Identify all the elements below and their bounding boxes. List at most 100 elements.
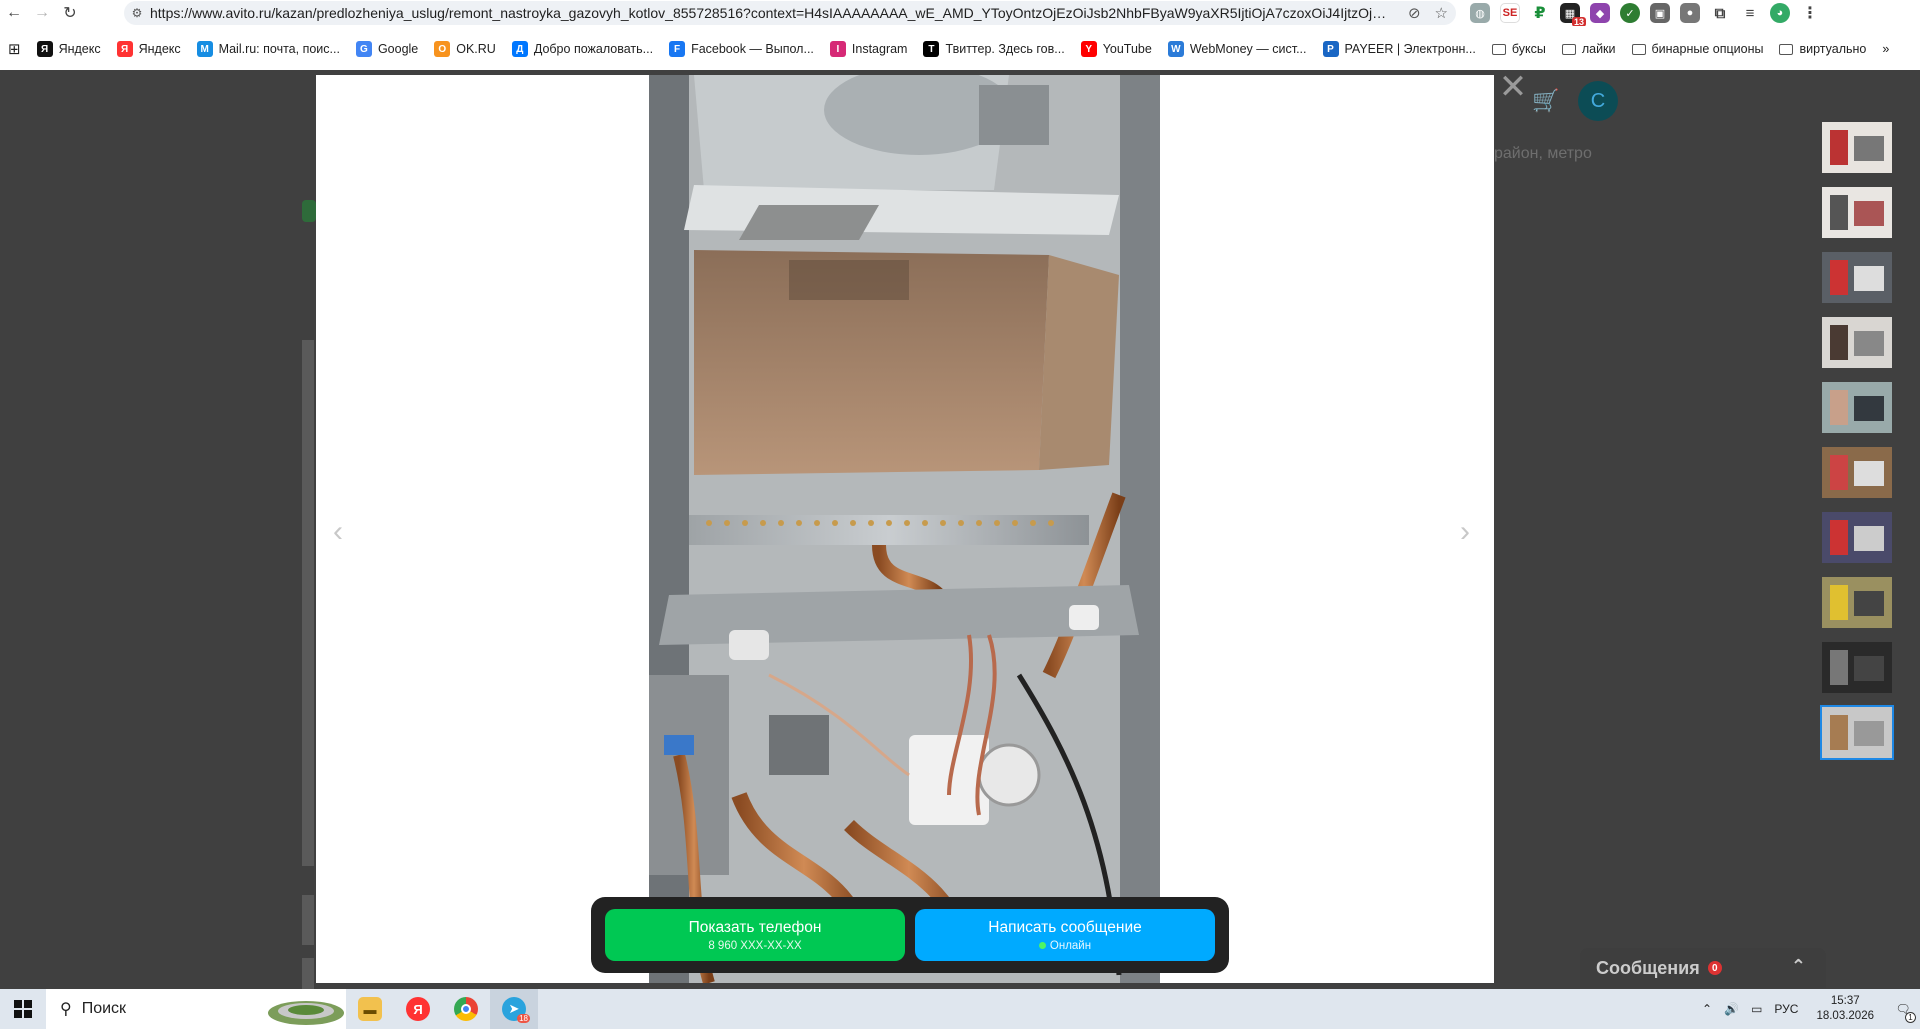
messages-count-badge: 0 <box>1707 961 1722 975</box>
extensions-puzzle-icon[interactable]: ⧉ <box>1710 3 1730 23</box>
show-phone-button[interactable]: Показать телефон 8 960 XXX-XX-XX <box>605 909 905 961</box>
volume-icon[interactable]: 🔊 <box>1718 1002 1745 1016</box>
folder-icon: ▬ <box>358 997 382 1021</box>
chrome-icon <box>454 997 478 1021</box>
next-photo-button[interactable]: › <box>1460 515 1470 549</box>
photo-thumbnail[interactable] <box>1820 510 1894 565</box>
bookmark-item[interactable]: G Google <box>348 37 426 61</box>
reload-button[interactable]: ↻ <box>56 1 84 25</box>
thumbnail-strip <box>1820 120 1896 770</box>
main-photo[interactable] <box>649 75 1160 983</box>
vk-icon: Д <box>511 41 528 57</box>
globe-extension-icon[interactable]: ◍ <box>1470 3 1490 23</box>
show-hidden-icons-icon[interactable]: ⌃ <box>1696 1002 1718 1016</box>
site-info-icon[interactable]: ⚙ <box>124 6 150 20</box>
green-extension-icon[interactable]: ✓ <box>1620 3 1640 23</box>
page-location-hint: район, метро <box>1494 145 1592 162</box>
language-indicator[interactable]: РУС <box>1768 1002 1804 1016</box>
bookmark-item[interactable]: Y YouTube <box>1073 37 1160 61</box>
taskbar-chrome[interactable] <box>442 989 490 1029</box>
folder-icon <box>1561 43 1576 55</box>
messages-widget[interactable]: Сообщения 0 ⌃ <box>1580 948 1826 988</box>
back-button[interactable]: ← <box>0 1 28 25</box>
notification-center-button[interactable]: 🗨 1 <box>1886 989 1920 1029</box>
folder-icon <box>1779 43 1794 55</box>
bookmark-item[interactable]: Я Яндекс <box>109 37 189 61</box>
forward-button[interactable]: → <box>28 1 56 25</box>
photo-thumbnail[interactable] <box>1820 380 1894 435</box>
bookmark-folder[interactable]: бинарные опционы <box>1624 37 1772 61</box>
show-phone-label: Показать телефон <box>688 918 822 936</box>
bookmark-item[interactable]: P PAYEER | Электронн... <box>1315 37 1484 61</box>
reading-list-icon[interactable]: ≡ <box>1740 3 1760 23</box>
online-dot-icon <box>1038 941 1046 949</box>
thumbnail-image <box>1822 252 1892 303</box>
instagram-icon: I <box>829 41 846 57</box>
network-icon[interactable]: ▭ <box>1745 1002 1768 1016</box>
bookmark-item[interactable]: M Mail.ru: почта, поис... <box>189 37 348 61</box>
thumbnail-image <box>1822 382 1892 433</box>
taskbar-search[interactable]: ⚲ Поиск <box>46 989 346 1029</box>
clock[interactable]: 15:37 18.03.2026 <box>1804 994 1886 1024</box>
bookmark-item[interactable]: Т Твиттер. Здесь гов... <box>915 37 1072 61</box>
bookmark-label: Google <box>377 42 419 56</box>
menu-icon[interactable]: ⋮ <box>1800 3 1820 23</box>
yandex-plus-icon: Я <box>36 41 53 57</box>
ruble-extension-icon[interactable]: ₽ <box>1530 3 1550 23</box>
thumbnail-image <box>1822 122 1892 173</box>
chevron-up-icon[interactable]: ⌃ <box>1791 956 1806 977</box>
taskbar-search-label: Поиск <box>81 1000 127 1017</box>
bookmark-label: OK.RU <box>456 42 496 56</box>
bookmark-folder-label: лайки <box>1581 42 1616 56</box>
start-button[interactable] <box>0 989 46 1029</box>
bookmark-item[interactable]: F Facebook — Выпол... <box>661 37 822 61</box>
write-message-button[interactable]: Написать сообщение Онлайн <box>915 909 1215 961</box>
bookmark-item[interactable]: Я Яндекс <box>29 37 109 61</box>
photo-thumbnail[interactable] <box>1820 705 1894 760</box>
taskbar-telegram[interactable]: ➤ 18 <box>490 989 538 1029</box>
gem-extension-icon[interactable]: ◆ <box>1590 3 1610 23</box>
photo-thumbnail[interactable] <box>1820 185 1894 240</box>
bookmark-item[interactable]: W WebMoney — сист... <box>1160 37 1315 61</box>
tracking-protection-icon[interactable]: ⊘ <box>1408 4 1421 22</box>
bookmark-label: Instagram <box>851 42 908 56</box>
photo-thumbnail[interactable] <box>1820 640 1894 695</box>
thumbnail-image <box>1822 707 1892 758</box>
payeer-icon: P <box>1322 41 1339 57</box>
boiler-interior-photo <box>649 75 1160 983</box>
address-bar[interactable]: ⚙ https://www.avito.ru/kazan/predlozheni… <box>124 1 1456 25</box>
bookmark-folder[interactable]: буксы <box>1484 37 1554 61</box>
prev-photo-button[interactable]: ‹ <box>333 515 343 549</box>
more-bookmarks-button[interactable]: » <box>1874 37 1897 61</box>
url-text[interactable]: https://www.avito.ru/kazan/predlozheniya… <box>150 5 1390 21</box>
photo-thumbnail[interactable] <box>1820 120 1894 175</box>
calendar-extension-icon[interactable]: ▦ 13 <box>1560 3 1586 27</box>
youtube-icon: Y <box>1080 41 1097 57</box>
photo-thumbnail[interactable] <box>1820 575 1894 630</box>
profile-icon[interactable]: ◕ <box>1770 3 1790 23</box>
photo-thumbnail[interactable] <box>1820 250 1894 305</box>
bookmark-folder[interactable]: лайки <box>1554 37 1624 61</box>
chevron-double-right-icon: » <box>1882 42 1890 56</box>
photo-thumbnail[interactable] <box>1820 445 1894 500</box>
se-extension-icon[interactable]: SE <box>1500 3 1520 23</box>
facebook-icon: F <box>669 41 686 57</box>
bookmark-star-icon[interactable]: ☆ <box>1435 4 1448 22</box>
taskbar-file-explorer[interactable]: ▬ <box>346 989 394 1029</box>
bookmark-item[interactable]: I Instagram <box>822 37 916 61</box>
notification-count: 1 <box>1905 1012 1916 1023</box>
close-gallery-button[interactable]: ✕ <box>1496 70 1530 106</box>
bookmark-item[interactable]: O OK.RU <box>426 37 504 61</box>
bookmark-folder[interactable]: виртуально <box>1771 37 1874 61</box>
phone-masked: 8 960 XXX-XX-XX <box>708 939 802 952</box>
photo-thumbnail[interactable] <box>1820 315 1894 370</box>
taskbar-yandex-browser[interactable]: Я <box>394 989 442 1029</box>
yandex-browser-icon: Я <box>406 997 430 1021</box>
apps-button[interactable]: ⊞ <box>0 37 29 61</box>
bookmark-item[interactable]: Д Добро пожаловать... <box>504 37 661 61</box>
bookmark-folder-label: буксы <box>1511 42 1546 56</box>
cube-extension-icon[interactable]: ▣ <box>1650 3 1670 23</box>
ghost-extension-icon[interactable]: ● <box>1680 3 1700 23</box>
x-icon: Т <box>923 41 940 57</box>
telegram-badge: 18 <box>517 1014 530 1023</box>
